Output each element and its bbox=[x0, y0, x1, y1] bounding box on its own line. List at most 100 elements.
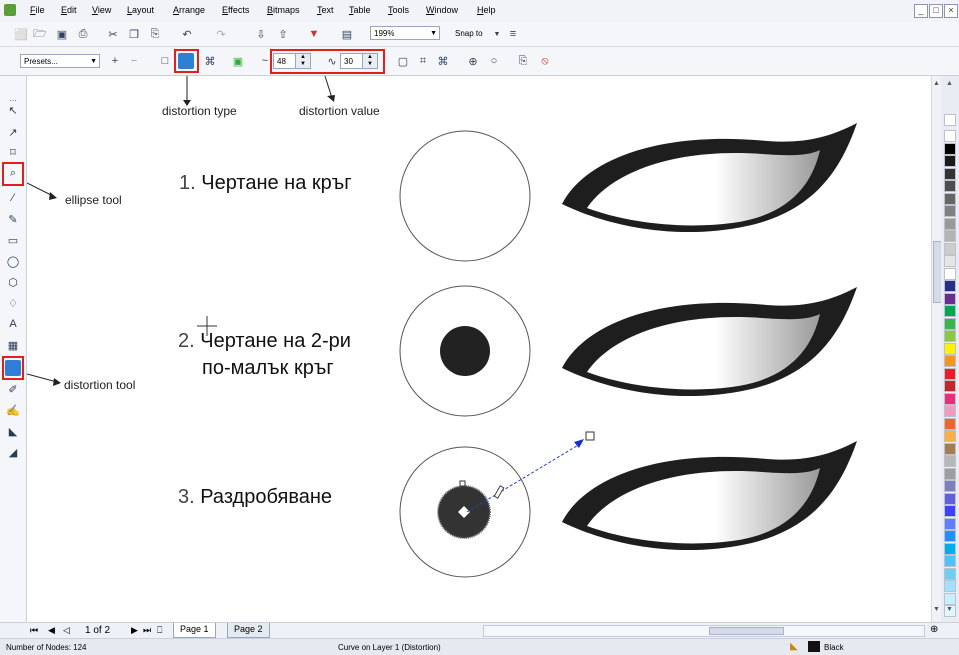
clear-distortion-icon[interactable]: ⦸ bbox=[538, 54, 552, 68]
rectangle-tool-icon[interactable]: ▭ bbox=[5, 232, 21, 248]
new-icon[interactable]: ⬜ bbox=[14, 27, 28, 41]
minimize-button[interactable]: _ bbox=[914, 4, 928, 18]
launcher-icon[interactable]: ▼ bbox=[307, 27, 321, 41]
menu-layout[interactable]: Layout bbox=[127, 5, 154, 15]
palette-swatch[interactable] bbox=[944, 430, 956, 442]
export-icon[interactable]: ⇧ bbox=[276, 27, 290, 41]
copy-distortion-icon[interactable]: ⎘ bbox=[516, 54, 530, 68]
palette-swatch[interactable] bbox=[944, 280, 956, 292]
cut-icon[interactable]: ✂ bbox=[106, 27, 120, 41]
smart-fill-icon[interactable]: ✎ bbox=[5, 211, 21, 227]
welcome-icon[interactable]: ▤ bbox=[340, 27, 354, 41]
palette-swatch[interactable] bbox=[944, 580, 956, 592]
close-button[interactable]: × bbox=[944, 4, 958, 18]
text-tool-icon[interactable]: A bbox=[5, 316, 21, 332]
palette-swatch[interactable] bbox=[944, 255, 956, 267]
palette-swatch[interactable] bbox=[944, 342, 956, 355]
freehand-tool-icon[interactable]: ∕ bbox=[5, 190, 21, 206]
add-page-icon[interactable]: ⎕ bbox=[157, 625, 162, 636]
polygon-tool-icon[interactable]: ⬡ bbox=[5, 274, 21, 290]
palette-swatch[interactable] bbox=[944, 130, 956, 142]
palette-swatch[interactable] bbox=[944, 417, 956, 430]
paste-icon[interactable]: ⎘ bbox=[148, 27, 162, 41]
convert-to-curves-icon[interactable]: ○ bbox=[487, 54, 501, 68]
palette-swatch[interactable] bbox=[944, 517, 956, 530]
center-distortion-icon[interactable]: ⊕ bbox=[466, 54, 480, 68]
distortion-end-handle[interactable] bbox=[585, 431, 595, 441]
push-pull-icon[interactable]: □ bbox=[158, 54, 172, 68]
palette-swatch[interactable] bbox=[944, 567, 956, 580]
circle-step2-inner[interactable] bbox=[440, 326, 490, 376]
page-first-button-icon[interactable]: ◀ bbox=[48, 625, 55, 636]
menu-text[interactable]: Text bbox=[317, 5, 334, 15]
palette-swatch[interactable] bbox=[944, 180, 956, 192]
undo-icon[interactable]: ↶ bbox=[180, 27, 194, 41]
copy-icon[interactable]: ❐ bbox=[127, 27, 141, 41]
circle-step1[interactable] bbox=[399, 130, 531, 262]
basic-shapes-icon[interactable]: ♢ bbox=[5, 295, 21, 311]
horizontal-scrollbar[interactable] bbox=[483, 625, 925, 637]
palette-swatch[interactable] bbox=[944, 530, 956, 542]
node-handle[interactable] bbox=[459, 480, 466, 487]
open-icon[interactable]: 🗁 bbox=[33, 27, 47, 41]
palette-swatch[interactable] bbox=[944, 542, 956, 555]
palette-swatch[interactable] bbox=[944, 555, 956, 567]
outline-pen-icon[interactable]: ✍ bbox=[5, 402, 21, 418]
eye-shape-1[interactable] bbox=[562, 123, 857, 233]
palette-swatch[interactable] bbox=[944, 242, 956, 255]
palette-swatch[interactable] bbox=[944, 355, 956, 367]
scroll-down-icon[interactable]: ▼ bbox=[933, 606, 940, 613]
menu-file[interactable]: File bbox=[30, 5, 45, 15]
page-next-icon[interactable]: ▶ bbox=[131, 625, 138, 636]
remove-preset-icon[interactable]: − bbox=[127, 54, 141, 68]
menu-effects[interactable]: Effects bbox=[222, 5, 249, 15]
palette-swatch[interactable] bbox=[944, 505, 956, 517]
snap-arrow-icon[interactable]: ▼ bbox=[490, 27, 504, 41]
add-preset-icon[interactable]: + bbox=[108, 54, 122, 68]
fill-bucket-icon[interactable]: ◣ bbox=[5, 423, 21, 439]
palette-down-icon[interactable]: ▼ bbox=[946, 606, 953, 613]
twister-icon[interactable]: ⌘ bbox=[203, 54, 217, 68]
palette-swatch[interactable] bbox=[944, 455, 956, 467]
options-icon[interactable]: ≡ bbox=[506, 27, 520, 41]
print-icon[interactable]: ⎙ bbox=[76, 27, 90, 41]
smooth-distortion-icon[interactable]: ⌗ bbox=[416, 54, 430, 68]
palette-swatch[interactable] bbox=[944, 330, 956, 342]
palette-swatch[interactable] bbox=[944, 167, 956, 180]
menu-bitmaps[interactable]: Bitmaps bbox=[267, 5, 300, 15]
page-first-icon[interactable]: ⏮ bbox=[30, 625, 38, 636]
menu-arrange[interactable]: Arrange bbox=[173, 5, 205, 15]
import-icon[interactable]: ⇩ bbox=[254, 27, 268, 41]
shape-tool-icon[interactable]: ↗ bbox=[5, 124, 21, 140]
ellipse-icon[interactable]: ◯ bbox=[5, 253, 21, 269]
menu-view[interactable]: View bbox=[92, 5, 111, 15]
palette-swatch[interactable] bbox=[944, 392, 956, 405]
palette-swatch[interactable] bbox=[944, 217, 956, 230]
palette-swatch[interactable] bbox=[944, 380, 956, 392]
snap-to-dropdown[interactable]: Snap to bbox=[455, 29, 483, 38]
palette-swatch[interactable] bbox=[944, 467, 956, 480]
eye-shape-3[interactable] bbox=[562, 441, 857, 551]
interactive-fill-icon[interactable]: ◢ bbox=[5, 444, 21, 460]
eyedropper-icon[interactable]: ✐ bbox=[5, 381, 21, 397]
palette-swatch[interactable] bbox=[944, 205, 956, 217]
scroll-up-icon[interactable]: ▲ bbox=[933, 80, 940, 87]
palette-swatch[interactable] bbox=[944, 267, 956, 280]
page-prev-icon[interactable]: ◁ bbox=[63, 625, 70, 636]
eye-shape-2[interactable] bbox=[562, 287, 857, 397]
menu-window[interactable]: Window bbox=[426, 5, 458, 15]
palette-swatch[interactable] bbox=[944, 405, 956, 417]
redo-icon[interactable]: ↷ bbox=[214, 27, 228, 41]
horizontal-scroll-thumb[interactable] bbox=[709, 627, 784, 635]
presets-select[interactable]: Presets... ▼ bbox=[20, 54, 100, 68]
menu-edit[interactable]: Edit bbox=[61, 5, 77, 15]
palette-swatch[interactable] bbox=[944, 155, 956, 167]
pick-tool-icon[interactable]: ↖ bbox=[5, 102, 21, 118]
palette-swatch[interactable] bbox=[944, 142, 956, 155]
palette-swatch[interactable] bbox=[944, 292, 956, 305]
save-icon[interactable]: ▣ bbox=[55, 27, 69, 41]
palette-swatch[interactable] bbox=[944, 492, 956, 505]
crop-tool-icon[interactable]: ⌑ bbox=[5, 144, 21, 160]
menu-help[interactable]: Help bbox=[477, 5, 496, 15]
restore-button[interactable]: □ bbox=[929, 4, 943, 18]
